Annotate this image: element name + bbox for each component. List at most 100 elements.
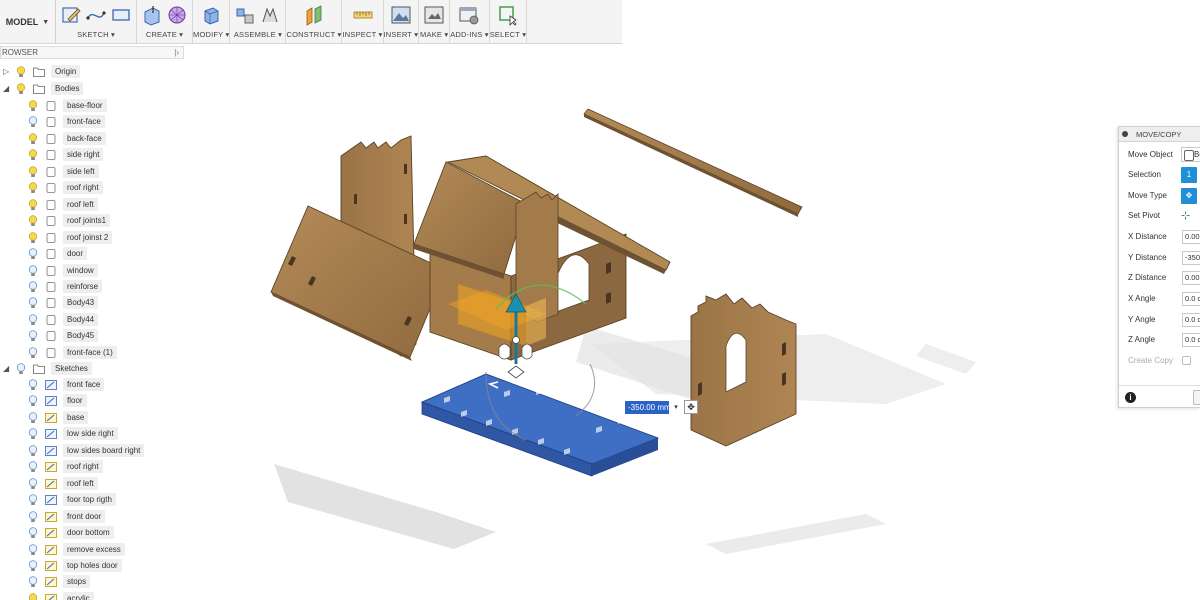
browser-body-item[interactable]: Body43 (0, 295, 184, 311)
pivot-move-icon[interactable]: ✥ (684, 400, 698, 414)
x-distance-input[interactable]: 0.00 (1182, 230, 1200, 244)
lightbulb-off-icon[interactable] (28, 297, 38, 309)
lightbulb-off-icon[interactable] (28, 445, 38, 457)
browser-body-item[interactable]: Body45 (0, 328, 184, 344)
browser-node-origin[interactable]: ▷ Origin (0, 64, 184, 80)
lightbulb-off-icon[interactable] (28, 379, 38, 391)
y-angle-input[interactable]: 0.0 d (1182, 313, 1200, 327)
move-object-select[interactable]: Bo (1181, 147, 1200, 162)
collapse-arrow-icon[interactable]: ◢ (3, 84, 9, 93)
browser-body-item[interactable]: base-floor (0, 98, 184, 114)
lightbulb-off-icon[interactable] (28, 428, 38, 440)
dialog-header[interactable]: MOVE/COPY (1119, 127, 1200, 142)
browser-body-item[interactable]: side left (0, 164, 184, 180)
browser-body-item[interactable]: roof left (0, 197, 184, 213)
browser-sketch-item[interactable]: front door (0, 509, 184, 525)
extrude-icon[interactable] (141, 4, 163, 26)
lightbulb-off-icon[interactable] (16, 363, 26, 375)
lightbulb-on-icon[interactable] (28, 182, 38, 194)
create-copy-checkbox[interactable] (1182, 356, 1191, 365)
joint-icon[interactable] (259, 4, 281, 26)
lightbulb-off-icon[interactable] (28, 494, 38, 506)
browser-sketch-item[interactable]: door bottom (0, 525, 184, 541)
lightbulb-off-icon[interactable] (28, 543, 38, 556)
browser-body-item[interactable]: front-face (0, 114, 184, 130)
lightbulb-off-icon[interactable] (28, 248, 38, 260)
lightbulb-off-icon[interactable] (28, 412, 38, 424)
chevron-down-icon[interactable]: ▾ (670, 401, 682, 414)
set-pivot-icon[interactable]: ⊹ (1181, 209, 1195, 223)
browser-sketch-item[interactable]: roof right (0, 459, 184, 475)
lightbulb-on-icon[interactable] (28, 593, 38, 600)
3d-print-icon[interactable] (423, 4, 445, 26)
info-icon[interactable]: i (1125, 392, 1136, 403)
line-tool-icon[interactable] (85, 4, 107, 26)
browser-sketch-item[interactable]: floor (0, 393, 184, 409)
browser-sketch-item[interactable]: foor top rigth (0, 492, 184, 508)
browser-node-sketches[interactable]: ◢ Sketches (0, 361, 184, 377)
create-sketch-icon[interactable] (60, 4, 82, 26)
lightbulb-on-icon[interactable] (28, 215, 38, 227)
move-type-free-icon[interactable]: ✥ (1181, 188, 1197, 204)
lightbulb-off-icon[interactable] (28, 314, 38, 326)
browser-sketch-item[interactable]: low side right (0, 426, 184, 442)
lightbulb-off-icon[interactable] (28, 330, 38, 342)
browser-body-item[interactable]: roof joints1 (0, 213, 184, 229)
lightbulb-off-icon[interactable] (28, 264, 38, 277)
lightbulb-off-icon[interactable] (28, 527, 38, 539)
lightbulb-off-icon[interactable] (28, 510, 38, 523)
selected-base-floor[interactable] (420, 373, 660, 477)
lightbulb-on-icon[interactable] (28, 133, 38, 145)
lightbulb-off-icon[interactable] (28, 461, 38, 473)
lightbulb-on-icon[interactable] (28, 100, 38, 112)
x-angle-input[interactable]: 0.0 d (1182, 292, 1200, 306)
expand-arrow-icon[interactable]: ▷ (3, 67, 9, 76)
lightbulb-on-icon[interactable] (28, 231, 38, 244)
lightbulb-off-icon[interactable] (28, 576, 38, 588)
browser-body-item[interactable]: reinforse (0, 279, 184, 295)
select-cursor-icon[interactable] (497, 4, 519, 26)
lightbulb-off-icon[interactable] (28, 478, 38, 490)
browser-body-item[interactable]: side right (0, 147, 184, 163)
browser-sketch-item[interactable]: base (0, 410, 184, 426)
browser-sketch-item[interactable]: low sides board right (0, 443, 184, 459)
rectangle-tool-icon[interactable] (110, 4, 132, 26)
z-angle-input[interactable]: 0.0 d (1182, 333, 1200, 347)
browser-body-item[interactable]: front-face (1) (0, 345, 184, 361)
browser-body-item[interactable]: back-face (0, 131, 184, 147)
collapse-arrow-icon[interactable]: ◢ (3, 364, 9, 373)
scripts-addins-icon[interactable] (458, 4, 480, 26)
y-distance-input[interactable]: -350 (1182, 251, 1200, 265)
model-canvas[interactable] (186, 44, 1116, 600)
measure-icon[interactable] (352, 4, 374, 26)
z-distance-input[interactable]: 0.00 (1182, 271, 1200, 285)
press-pull-icon[interactable] (200, 4, 222, 26)
side-panel-right[interactable] (690, 293, 797, 447)
lightbulb-on-icon[interactable] (16, 83, 26, 95)
browser-body-item[interactable]: door (0, 246, 184, 262)
browser-sketch-item[interactable]: top holes door (0, 558, 184, 574)
workspace-switcher[interactable]: MODEL ▼ (0, 0, 56, 44)
lightbulb-off-icon[interactable] (28, 395, 38, 407)
insert-image-icon[interactable] (390, 4, 412, 26)
browser-sketch-item[interactable]: stops (0, 574, 184, 590)
browser-sketch-item[interactable]: roof left (0, 476, 184, 492)
lightbulb-off-icon[interactable] (28, 281, 38, 293)
lightbulb-off-icon[interactable] (28, 347, 38, 359)
pin-panel-icon[interactable]: |› (174, 47, 179, 58)
browser-node-bodies[interactable]: ◢ Bodies (0, 81, 184, 97)
lightbulb-off-icon[interactable] (28, 116, 38, 128)
3d-viewport[interactable] (186, 44, 1116, 600)
browser-sketch-item[interactable]: remove excess (0, 542, 184, 558)
ok-button[interactable] (1193, 390, 1200, 405)
browser-sketch-item[interactable]: front face (0, 377, 184, 393)
browser-body-item[interactable]: roof joinst 2 (0, 230, 184, 246)
distance-input[interactable]: -350.00 mm (625, 401, 669, 414)
roof-panel-floating[interactable] (583, 108, 803, 217)
browser-body-item[interactable]: roof right (0, 180, 184, 196)
lightbulb-off-icon[interactable] (28, 560, 38, 572)
form-tool-icon[interactable] (166, 4, 188, 26)
browser-body-item[interactable]: window (0, 263, 184, 279)
offset-plane-icon[interactable] (303, 4, 325, 26)
new-component-icon[interactable] (234, 4, 256, 26)
